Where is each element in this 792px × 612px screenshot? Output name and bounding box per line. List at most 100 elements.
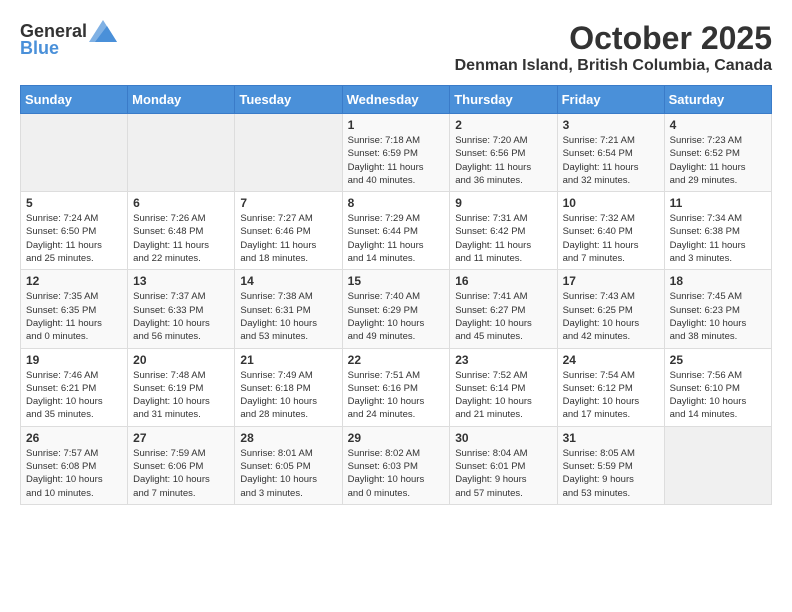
day-info: Sunrise: 7:52 AM Sunset: 6:14 PM Dayligh… [455, 369, 551, 422]
day-info: Sunrise: 7:56 AM Sunset: 6:10 PM Dayligh… [670, 369, 766, 422]
weekday-header-saturday: Saturday [664, 86, 771, 114]
calendar-cell: 1 Sunrise: 7:18 AM Sunset: 6:59 PM Daylig… [342, 114, 450, 192]
calendar-cell: 11 Sunrise: 7:34 AM Sunset: 6:38 PM Dayli… [664, 192, 771, 270]
day-info: Sunrise: 7:40 AM Sunset: 6:29 PM Dayligh… [348, 290, 445, 343]
calendar-week-4: 19Sunrise: 7:46 AM Sunset: 6:21 PM Dayli… [21, 348, 772, 426]
calendar-cell: 3 Sunrise: 7:21 AM Sunset: 6:54 PM Daylig… [557, 114, 664, 192]
day-number: 6 [133, 196, 229, 210]
day-info: Sunrise: 7:59 AM Sunset: 6:06 PM Dayligh… [133, 447, 229, 500]
day-info: Sunrise: 8:01 AM Sunset: 6:05 PM Dayligh… [240, 447, 336, 500]
calendar-cell: 30Sunrise: 8:04 AM Sunset: 6:01 PM Dayli… [450, 426, 557, 504]
weekday-header-thursday: Thursday [450, 86, 557, 114]
calendar-cell: 9Sunrise: 7:31 AM Sunset: 6:42 PM Daylig… [450, 192, 557, 270]
day-number: 5 [26, 196, 122, 210]
day-number: 8 [348, 196, 445, 210]
day-number: 18 [670, 274, 766, 288]
calendar-cell: 22 Sunrise: 7:51 AM Sunset: 6:16 PM Dayli… [342, 348, 450, 426]
weekday-header-friday: Friday [557, 86, 664, 114]
day-info: Sunrise: 7:43 AM Sunset: 6:25 PM Dayligh… [563, 290, 659, 343]
calendar-cell [235, 114, 342, 192]
calendar-cell: 21 Sunrise: 7:49 AM Sunset: 6:18 PM Dayli… [235, 348, 342, 426]
calendar-table: SundayMondayTuesdayWednesdayThursdayFrid… [20, 85, 772, 505]
calendar-cell: 2 Sunrise: 7:20 AM Sunset: 6:56 PM Daylig… [450, 114, 557, 192]
calendar-cell: 28 Sunrise: 8:01 AM Sunset: 6:05 PM Dayli… [235, 426, 342, 504]
day-info: Sunrise: 8:02 AM Sunset: 6:03 PM Dayligh… [348, 447, 445, 500]
day-info: Sunrise: 7:27 AM Sunset: 6:46 PM Dayligh… [240, 212, 336, 265]
day-info: Sunrise: 7:51 AM Sunset: 6:16 PM Dayligh… [348, 369, 445, 422]
day-info: Sunrise: 7:35 AM Sunset: 6:35 PM Dayligh… [26, 290, 122, 343]
day-info: Sunrise: 7:29 AM Sunset: 6:44 PM Dayligh… [348, 212, 445, 265]
day-number: 3 [563, 118, 659, 132]
day-number: 20 [133, 353, 229, 367]
day-info: Sunrise: 7:37 AM Sunset: 6:33 PM Dayligh… [133, 290, 229, 343]
day-number: 10 [563, 196, 659, 210]
day-number: 4 [670, 118, 766, 132]
day-info: Sunrise: 7:34 AM Sunset: 6:38 PM Dayligh… [670, 212, 766, 265]
day-number: 28 [240, 431, 336, 445]
calendar-cell: 4 Sunrise: 7:23 AM Sunset: 6:52 PM Daylig… [664, 114, 771, 192]
day-info: Sunrise: 7:41 AM Sunset: 6:27 PM Dayligh… [455, 290, 551, 343]
day-info: Sunrise: 7:45 AM Sunset: 6:23 PM Dayligh… [670, 290, 766, 343]
day-number: 7 [240, 196, 336, 210]
calendar-cell: 14Sunrise: 7:38 AM Sunset: 6:31 PM Dayli… [235, 270, 342, 348]
day-number: 26 [26, 431, 122, 445]
month-title: October 2025 [455, 20, 772, 57]
day-number: 15 [348, 274, 445, 288]
day-info: Sunrise: 8:04 AM Sunset: 6:01 PM Dayligh… [455, 447, 551, 500]
location: Denman Island, British Columbia, Canada [455, 57, 772, 75]
day-info: Sunrise: 7:57 AM Sunset: 6:08 PM Dayligh… [26, 447, 122, 500]
weekday-header-monday: Monday [128, 86, 235, 114]
calendar-cell: 29 Sunrise: 8:02 AM Sunset: 6:03 PM Dayli… [342, 426, 450, 504]
weekday-header-row: SundayMondayTuesdayWednesdayThursdayFrid… [21, 86, 772, 114]
calendar-cell: 16 Sunrise: 7:41 AM Sunset: 6:27 PM Dayli… [450, 270, 557, 348]
day-number: 25 [670, 353, 766, 367]
weekday-header-wednesday: Wednesday [342, 86, 450, 114]
calendar-cell: 7 Sunrise: 7:27 AM Sunset: 6:46 PM Daylig… [235, 192, 342, 270]
logo-blue-text: Blue [20, 38, 59, 59]
day-info: Sunrise: 7:23 AM Sunset: 6:52 PM Dayligh… [670, 134, 766, 187]
day-number: 24 [563, 353, 659, 367]
day-info: Sunrise: 7:48 AM Sunset: 6:19 PM Dayligh… [133, 369, 229, 422]
day-info: Sunrise: 7:49 AM Sunset: 6:18 PM Dayligh… [240, 369, 336, 422]
day-info: Sunrise: 7:18 AM Sunset: 6:59 PM Dayligh… [348, 134, 445, 187]
calendar-cell: 6 Sunrise: 7:26 AM Sunset: 6:48 PM Daylig… [128, 192, 235, 270]
day-number: 2 [455, 118, 551, 132]
day-info: Sunrise: 7:32 AM Sunset: 6:40 PM Dayligh… [563, 212, 659, 265]
day-info: Sunrise: 7:24 AM Sunset: 6:50 PM Dayligh… [26, 212, 122, 265]
day-number: 9 [455, 196, 551, 210]
day-info: Sunrise: 7:20 AM Sunset: 6:56 PM Dayligh… [455, 134, 551, 187]
calendar-cell: 19Sunrise: 7:46 AM Sunset: 6:21 PM Dayli… [21, 348, 128, 426]
day-info: Sunrise: 7:21 AM Sunset: 6:54 PM Dayligh… [563, 134, 659, 187]
day-number: 21 [240, 353, 336, 367]
day-number: 11 [670, 196, 766, 210]
calendar-cell: 12 Sunrise: 7:35 AM Sunset: 6:35 PM Dayli… [21, 270, 128, 348]
day-number: 1 [348, 118, 445, 132]
calendar-cell: 23 Sunrise: 7:52 AM Sunset: 6:14 PM Dayli… [450, 348, 557, 426]
calendar-cell [21, 114, 128, 192]
calendar-cell: 20 Sunrise: 7:48 AM Sunset: 6:19 PM Dayli… [128, 348, 235, 426]
day-number: 29 [348, 431, 445, 445]
day-number: 23 [455, 353, 551, 367]
calendar-cell: 17Sunrise: 7:43 AM Sunset: 6:25 PM Dayli… [557, 270, 664, 348]
calendar-cell: 31Sunrise: 8:05 AM Sunset: 5:59 PM Dayli… [557, 426, 664, 504]
calendar-cell: 5 Sunrise: 7:24 AM Sunset: 6:50 PM Daylig… [21, 192, 128, 270]
day-number: 12 [26, 274, 122, 288]
day-number: 31 [563, 431, 659, 445]
title-section: October 2025 Denman Island, British Colu… [455, 20, 772, 75]
day-number: 16 [455, 274, 551, 288]
day-number: 19 [26, 353, 122, 367]
day-info: Sunrise: 7:26 AM Sunset: 6:48 PM Dayligh… [133, 212, 229, 265]
day-number: 27 [133, 431, 229, 445]
weekday-header-tuesday: Tuesday [235, 86, 342, 114]
calendar-cell: 24 Sunrise: 7:54 AM Sunset: 6:12 PM Dayli… [557, 348, 664, 426]
calendar-cell: 15 Sunrise: 7:40 AM Sunset: 6:29 PM Dayli… [342, 270, 450, 348]
calendar-cell [128, 114, 235, 192]
calendar-cell: 10 Sunrise: 7:32 AM Sunset: 6:40 PM Dayli… [557, 192, 664, 270]
calendar-cell: 27 Sunrise: 7:59 AM Sunset: 6:06 PM Dayli… [128, 426, 235, 504]
day-number: 13 [133, 274, 229, 288]
logo: General Blue [20, 20, 117, 59]
day-info: Sunrise: 7:54 AM Sunset: 6:12 PM Dayligh… [563, 369, 659, 422]
calendar-cell: 8 Sunrise: 7:29 AM Sunset: 6:44 PM Daylig… [342, 192, 450, 270]
day-number: 22 [348, 353, 445, 367]
calendar-week-5: 26 Sunrise: 7:57 AM Sunset: 6:08 PM Dayli… [21, 426, 772, 504]
